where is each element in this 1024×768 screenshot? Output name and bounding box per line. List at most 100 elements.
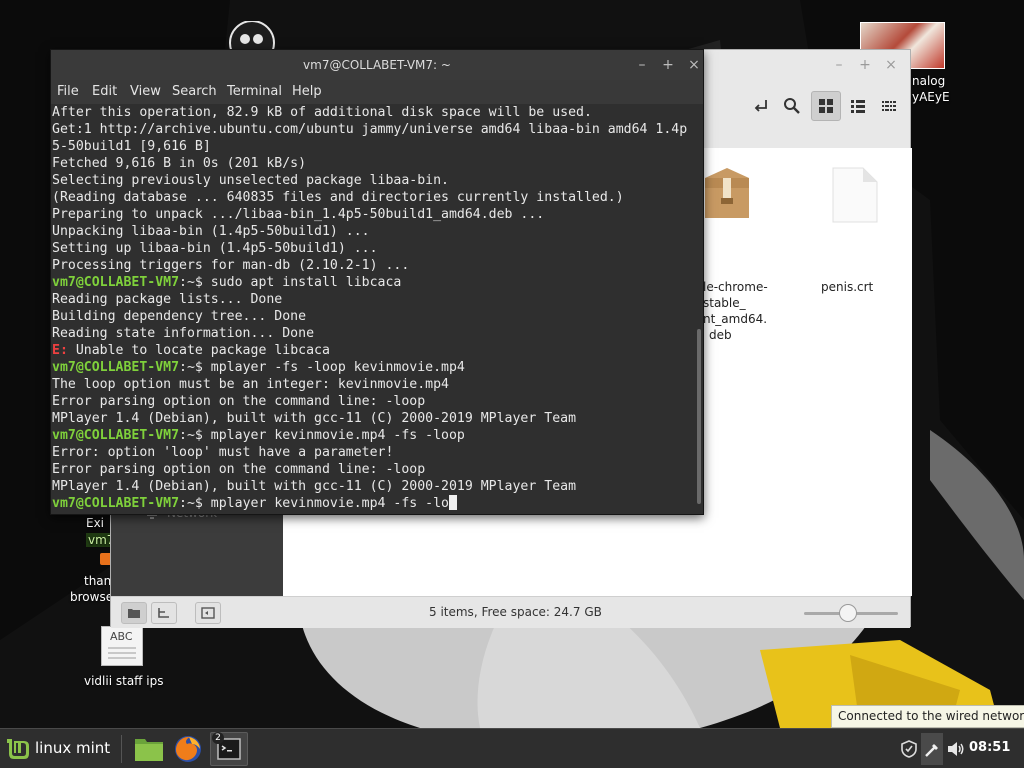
start-menu-button[interactable]: linux mint bbox=[35, 739, 110, 757]
file-manager-statusbar: 5 items, Free space: 24.7 GB bbox=[111, 596, 910, 628]
desktop-icon-label[interactable]: browse bbox=[70, 590, 113, 604]
menu-terminal[interactable]: Terminal bbox=[227, 84, 282, 99]
icon-view-button[interactable] bbox=[811, 91, 841, 121]
terminal-line: Setting up libaa-bin (1.4p5-50build1) ..… bbox=[52, 240, 378, 257]
menu-view[interactable]: View bbox=[130, 84, 161, 99]
clock[interactable]: 08:51 bbox=[969, 740, 1010, 755]
package-icon[interactable] bbox=[701, 164, 753, 224]
terminal-line: vm7@COLLABET-VM7:~$ mplayer kevinmovie.m… bbox=[52, 427, 465, 444]
window-title: vm7@COLLABET-VM7: ~ bbox=[303, 58, 451, 72]
menu-file[interactable]: File bbox=[57, 84, 79, 99]
maximize-icon[interactable]: + bbox=[854, 54, 876, 76]
search-button[interactable] bbox=[777, 91, 807, 121]
menu-edit[interactable]: Edit bbox=[92, 84, 117, 99]
close-icon[interactable]: × bbox=[880, 54, 902, 76]
desktop-icon-label[interactable]: than bbox=[84, 574, 111, 588]
list-view-button[interactable] bbox=[843, 91, 873, 121]
terminal-line-text: :~$ mplayer -fs -loop kevinmovie.mp4 bbox=[179, 360, 465, 375]
places-toggle-button[interactable] bbox=[121, 602, 147, 624]
mint-logo-icon[interactable] bbox=[5, 737, 31, 761]
menu-search[interactable]: Search bbox=[172, 84, 217, 99]
firefox-launcher-icon[interactable] bbox=[173, 734, 203, 764]
hide-sidebar-button[interactable] bbox=[195, 602, 221, 624]
terminal-output[interactable]: After this operation, 82.9 kB of additio… bbox=[51, 104, 703, 514]
close-icon[interactable]: × bbox=[683, 54, 705, 76]
minimize-icon[interactable]: – bbox=[828, 54, 850, 76]
terminal-line-text: (Reading database ... 640835 files and d… bbox=[52, 190, 624, 205]
shell-prompt: vm7@COLLABET-VM7 bbox=[52, 360, 180, 375]
terminal-line: vm7@COLLABET-VM7:~$ sudo apt install lib… bbox=[52, 274, 401, 291]
shield-icon[interactable] bbox=[901, 740, 917, 758]
terminal-titlebar[interactable]: vm7@COLLABET-VM7: ~ – + × bbox=[51, 50, 703, 80]
tree-icon bbox=[158, 608, 169, 618]
terminal-line-text: Building dependency tree... Done bbox=[52, 309, 307, 324]
terminal-line-text: Unable to locate package libcaca bbox=[67, 343, 330, 358]
terminal-menubar: File Edit View Search Terminal Help bbox=[51, 80, 703, 104]
file-name-label: nt_amd64. bbox=[703, 312, 768, 326]
network-applet[interactable] bbox=[921, 733, 943, 765]
tree-toggle-button[interactable] bbox=[151, 602, 177, 624]
terminal-line-text: Preparing to unpack .../libaa-bin_1.4p5-… bbox=[52, 207, 545, 222]
terminal-line: Get:1 http://archive.ubuntu.com/ubuntu j… bbox=[52, 121, 687, 138]
terminal-line-text: :~$ mplayer kevinmovie.mp4 -fs -lo bbox=[179, 496, 449, 511]
terminal-line: Error parsing option on the command line… bbox=[52, 461, 425, 478]
compact-view-button[interactable] bbox=[874, 91, 904, 121]
terminal-line-text: After this operation, 82.9 kB of additio… bbox=[52, 105, 592, 120]
text-document-icon[interactable]: ABC bbox=[101, 626, 143, 666]
terminal-line-text: Error: option 'loop' must have a paramet… bbox=[52, 445, 394, 460]
terminal-line: Building dependency tree... Done bbox=[52, 308, 306, 325]
error-prefix: E: bbox=[52, 343, 68, 358]
terminal-line: 5-50build1 [9,616 B] bbox=[52, 138, 211, 155]
desktop-icon-label[interactable]: vidlii staff ips bbox=[84, 674, 163, 688]
terminal-line-text: Get:1 http://archive.ubuntu.com/ubuntu j… bbox=[52, 122, 688, 137]
terminal-line: vm7@COLLABET-VM7:~$ mplayer -fs -loop ke… bbox=[52, 359, 465, 376]
terminal-line: vm7@COLLABET-VM7:~$ mplayer kevinmovie.m… bbox=[52, 495, 457, 512]
terminal-line: Error: option 'loop' must have a paramet… bbox=[52, 444, 393, 461]
terminal-line-text: 5-50build1 [9,616 B] bbox=[52, 139, 211, 154]
terminal-line: Reading state information... Done bbox=[52, 325, 314, 342]
terminal-line-text: Processing triggers for man-db (2.10.2-1… bbox=[52, 258, 410, 273]
file-name-label: stable_ bbox=[703, 296, 746, 310]
taskbar: linux mint 2 08:51 bbox=[0, 728, 1024, 768]
terminal-line: Fetched 9,616 B in 0s (201 kB/s) bbox=[52, 155, 306, 172]
terminal-line-text: :~$ mplayer kevinmovie.mp4 -fs -loop bbox=[179, 428, 465, 443]
compact-list-icon bbox=[882, 101, 896, 111]
terminal-line-text: Error parsing option on the command line… bbox=[52, 394, 426, 409]
search-icon bbox=[784, 98, 800, 114]
terminal-line-text: Fetched 9,616 B in 0s (201 kB/s) bbox=[52, 156, 307, 171]
desktop-icon-sublabel[interactable]: yAEyE bbox=[912, 90, 950, 104]
terminal-line: MPlayer 1.4 (Debian), built with gcc-11 … bbox=[52, 410, 576, 427]
minimize-icon[interactable]: – bbox=[631, 54, 653, 76]
document-icon-text: ABC bbox=[110, 630, 133, 643]
shell-prompt: vm7@COLLABET-VM7 bbox=[52, 428, 180, 443]
terminal-line: Selecting previously unselected package … bbox=[52, 172, 449, 189]
maximize-icon[interactable]: + bbox=[657, 54, 679, 76]
terminal-scrollbar[interactable] bbox=[697, 329, 701, 504]
menu-help[interactable]: Help bbox=[292, 84, 322, 99]
desktop-icon-label[interactable]: Exi bbox=[86, 516, 104, 530]
terminal-line: Preparing to unpack .../libaa-bin_1.4p5-… bbox=[52, 206, 544, 223]
terminal-line: The loop option must be an integer: kevi… bbox=[52, 376, 449, 393]
obs-app-icon[interactable] bbox=[227, 21, 277, 51]
terminal-line: Unpacking libaa-bin (1.4p5-50build1) ... bbox=[52, 223, 370, 240]
open-terminal-button[interactable] bbox=[746, 91, 776, 121]
text-cursor bbox=[449, 495, 457, 510]
network-tooltip: Connected to the wired network bbox=[831, 705, 1024, 728]
files-launcher-icon[interactable] bbox=[134, 736, 164, 762]
volume-icon[interactable] bbox=[946, 740, 966, 758]
window-count-badge: 2 bbox=[212, 732, 224, 744]
list-icon bbox=[851, 100, 865, 113]
grid-icon bbox=[819, 99, 833, 113]
terminal-line: MPlayer 1.4 (Debian), built with gcc-11 … bbox=[52, 478, 576, 495]
terminal-line: After this operation, 82.9 kB of additio… bbox=[52, 104, 592, 121]
terminal-line-text: MPlayer 1.4 (Debian), built with gcc-11 … bbox=[52, 479, 577, 494]
text-lines-decoration bbox=[108, 647, 136, 649]
desktop-icon-label[interactable]: nalog bbox=[912, 74, 945, 88]
sidebar-icon bbox=[201, 607, 215, 619]
terminal-line: Processing triggers for man-db (2.10.2-1… bbox=[52, 257, 409, 274]
document-icon[interactable] bbox=[831, 166, 879, 224]
file-name-label: penis.crt bbox=[821, 280, 874, 294]
folder-icon bbox=[128, 609, 140, 618]
terminal-line-text: Reading state information... Done bbox=[52, 326, 315, 341]
zoom-slider-handle[interactable] bbox=[839, 604, 858, 622]
